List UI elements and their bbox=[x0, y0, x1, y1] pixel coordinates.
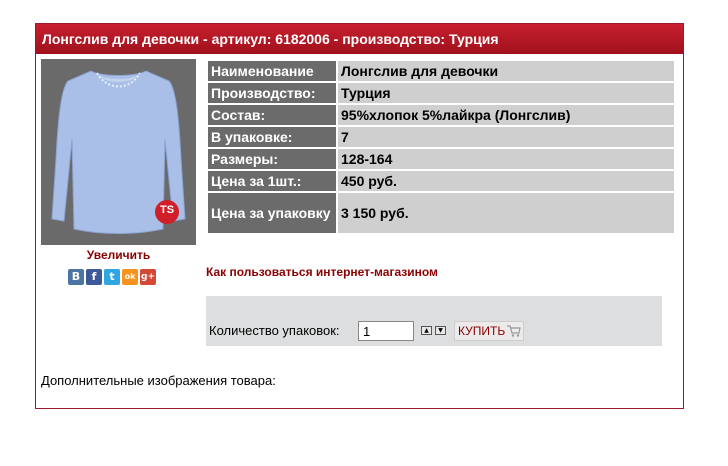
twitter-icon[interactable]: t bbox=[104, 269, 120, 285]
spec-key: В упаковке: bbox=[208, 127, 336, 147]
brand-badge-label: TS bbox=[159, 204, 175, 216]
spec-value: Лонгслив для девочки bbox=[338, 61, 674, 81]
spec-value: 95%хлопок 5%лайкра (Лонгслив) bbox=[338, 105, 674, 125]
quantity-label: Количество упаковок: bbox=[209, 323, 340, 338]
decrement-icon[interactable]: ▼ bbox=[435, 326, 446, 335]
cart-icon bbox=[507, 325, 521, 337]
product-image[interactable]: TS bbox=[41, 59, 196, 245]
spec-value: 450 руб. bbox=[338, 171, 674, 191]
spec-row: Наименование Лонгслив для девочки bbox=[208, 61, 674, 81]
zoom-link[interactable]: Увеличить bbox=[41, 247, 196, 263]
additional-images-label: Дополнительные изображения товара: bbox=[41, 373, 276, 388]
spec-value: Турция bbox=[338, 83, 674, 103]
spec-value: 7 bbox=[338, 127, 674, 147]
spec-table: Наименование Лонгслив для девочки Произв… bbox=[206, 59, 676, 235]
spec-key: Цена за 1шт.: bbox=[208, 171, 336, 191]
spec-key: Размеры: bbox=[208, 149, 336, 169]
increment-icon[interactable]: ▲ bbox=[421, 326, 432, 335]
odnoklassniki-icon[interactable]: ok bbox=[122, 269, 138, 285]
spec-row: Производство: Турция bbox=[208, 83, 674, 103]
order-panel: Количество упаковок: ▲ ▼ КУПИТЬ bbox=[206, 296, 662, 346]
shop-help-link[interactable]: Как пользоваться интернет-магазином bbox=[206, 265, 438, 279]
spec-row: Цена за упаковку 3 150 руб. bbox=[208, 193, 674, 233]
spec-key: Производство: bbox=[208, 83, 336, 103]
spec-row: Размеры: 128-164 bbox=[208, 149, 674, 169]
spec-row: Цена за 1шт.: 450 руб. bbox=[208, 171, 674, 191]
spec-value: 128-164 bbox=[338, 149, 674, 169]
buy-button[interactable]: КУПИТЬ bbox=[454, 321, 525, 341]
spec-key: Наименование bbox=[208, 61, 336, 81]
spec-value: 3 150 руб. bbox=[338, 193, 674, 233]
spec-key: Состав: bbox=[208, 105, 336, 125]
spec-row: Состав: 95%хлопок 5%лайкра (Лонгслив) bbox=[208, 105, 674, 125]
longsleeve-illustration bbox=[41, 59, 196, 245]
vk-icon[interactable]: B bbox=[68, 269, 84, 285]
buy-button-label: КУПИТЬ bbox=[458, 324, 506, 338]
product-card: Лонгслив для девочки - артикул: 6182006 … bbox=[35, 23, 684, 409]
spec-key: Цена за упаковку bbox=[208, 193, 336, 233]
quantity-input[interactable] bbox=[358, 321, 414, 341]
social-share-bar: B f t ok g+ bbox=[68, 269, 156, 287]
facebook-icon[interactable]: f bbox=[86, 269, 102, 285]
product-title: Лонгслив для девочки - артикул: 6182006 … bbox=[36, 24, 683, 54]
spec-row: В упаковке: 7 bbox=[208, 127, 674, 147]
google-plus-icon[interactable]: g+ bbox=[140, 269, 156, 285]
